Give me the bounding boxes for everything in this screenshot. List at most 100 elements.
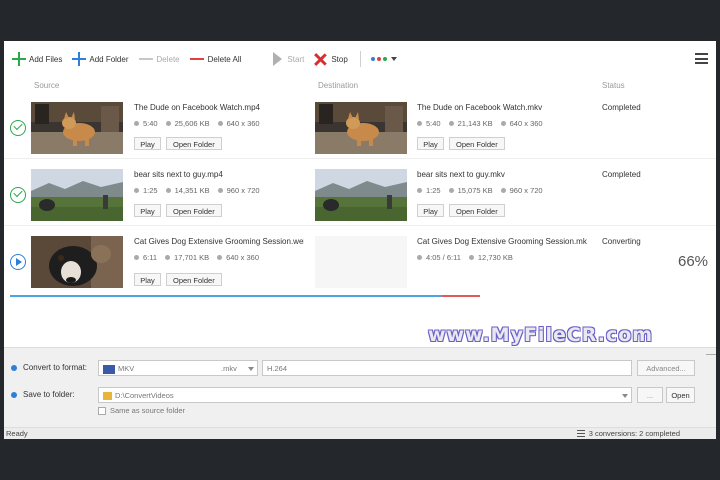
source-resolution: 640 x 360 (218, 119, 260, 128)
settings-panel: Convert to format: MKV .mkv H.264 Advanc… (4, 347, 716, 427)
status-text: Completed (602, 170, 641, 179)
progress-bar-segment (442, 295, 480, 297)
destination-info: Cat Gives Dog Extensive Grooming Session… (417, 237, 587, 262)
destination-resolution: 960 x 720 (501, 186, 543, 195)
play-circle-icon (10, 254, 26, 270)
destination-duration: 1:25 (417, 186, 441, 195)
table-row[interactable]: Cat Gives Dog Extensive Grooming Session… (4, 231, 716, 299)
play-button[interactable]: Play (417, 137, 444, 150)
more-options-button[interactable] (370, 49, 397, 69)
stop-button[interactable]: Stop (314, 49, 347, 69)
source-filename: Cat Gives Dog Extensive Grooming Session… (134, 237, 304, 246)
same-as-source-checkbox[interactable] (98, 407, 106, 415)
folder-icon (103, 392, 112, 401)
delete-label: Delete (156, 54, 180, 64)
source-filename: The Dude on Facebook Watch.mp4 (134, 103, 260, 112)
stop-label: Stop (331, 54, 348, 64)
play-icon (273, 52, 283, 66)
codec-field[interactable]: H.264 (262, 360, 632, 376)
source-thumbnail (31, 236, 123, 288)
source-size: 14,351 KB (166, 186, 210, 195)
destination-thumbnail-placeholder (315, 236, 407, 288)
source-duration: 5:40 (134, 119, 158, 128)
check-circle-icon (10, 187, 26, 203)
format-select[interactable]: MKV .mkv (98, 360, 258, 376)
destination-info: The Dude on Facebook Watch.mkv 5:40 21,1… (417, 103, 587, 150)
source-info: bear sits next to guy.mp4 1:25 14,351 KB… (134, 170, 304, 217)
source-size: 17,701 KB (165, 253, 209, 262)
save-label: Save to folder: (23, 390, 75, 399)
status-column-header: Status (602, 81, 625, 90)
destination-duration: 4:05 / 6:11 (417, 253, 461, 262)
check-circle-icon (10, 120, 26, 136)
play-button[interactable]: Play (134, 137, 161, 150)
chevron-down-icon (390, 57, 397, 61)
status-text: Converting (602, 237, 641, 246)
codec-value: H.264 (267, 364, 288, 373)
folder-select[interactable]: D:\ConvertVideos (98, 387, 632, 403)
divider (706, 354, 716, 355)
table-row[interactable]: The Dude on Facebook Watch.mp4 5:40 25,6… (4, 97, 716, 159)
app-window: Add Files Add Folder Delete Delete All S… (4, 41, 716, 439)
advanced-button[interactable]: Advanced... (637, 360, 695, 376)
convert-row: Convert to format: MKV .mkv H.264 Advanc… (4, 359, 716, 377)
status-bar: Ready 3 conversions: 2 completed (4, 427, 716, 439)
plus-icon (12, 52, 26, 66)
format-extension: .mkv (221, 364, 237, 373)
source-thumbnail (31, 102, 123, 154)
destination-duration: 5:40 (417, 119, 441, 128)
delete-button[interactable]: Delete (138, 49, 180, 69)
play-button[interactable]: Play (134, 204, 161, 217)
destination-info: bear sits next to guy.mkv 1:25 15,075 KB… (417, 170, 587, 217)
open-folder-button[interactable]: Open Folder (166, 273, 222, 286)
source-thumbnail (31, 169, 123, 221)
watermark: www.MyFileCR.com (428, 324, 654, 346)
open-folder-button[interactable]: Open Folder (449, 137, 505, 150)
source-size: 25,606 KB (166, 119, 210, 128)
browse-button[interactable]: ... (637, 387, 663, 403)
source-info: Cat Gives Dog Extensive Grooming Session… (134, 237, 304, 286)
dot-icon (382, 57, 387, 61)
play-button[interactable]: Play (134, 273, 161, 286)
delete-all-button[interactable]: Delete All (189, 49, 242, 69)
start-label: Start (287, 54, 305, 64)
folder-value: D:\ConvertVideos (115, 391, 174, 400)
destination-size: 15,075 KB (449, 186, 493, 195)
destination-size: 12,730 KB (469, 253, 513, 262)
add-folder-label: Add Folder (89, 54, 129, 64)
bullet-icon (11, 392, 17, 398)
add-files-button[interactable]: Add Files (12, 49, 62, 69)
same-folder-row: Same as source folder (4, 404, 716, 422)
same-as-source-label: Same as source folder (110, 406, 186, 415)
source-column-header: Source (34, 81, 60, 90)
open-folder-button[interactable]: Open Folder (166, 204, 222, 217)
minus-icon (138, 58, 153, 60)
destination-filename: bear sits next to guy.mkv (417, 170, 505, 179)
hamburger-menu-icon[interactable] (695, 53, 708, 64)
chevron-down-icon (248, 367, 254, 371)
status-text: Completed (602, 103, 641, 112)
source-duration: 1:25 (134, 186, 158, 195)
open-folder-button[interactable]: Open Folder (166, 137, 222, 150)
destination-filename: The Dude on Facebook Watch.mkv (417, 103, 543, 112)
destination-column-header: Destination (318, 81, 359, 90)
column-headers: Source Destination Status (4, 79, 716, 93)
format-value: MKV (118, 364, 135, 373)
table-row[interactable]: bear sits next to guy.mp4 1:25 14,351 KB… (4, 164, 716, 226)
chevron-down-icon (622, 394, 628, 398)
open-button[interactable]: Open (666, 387, 695, 403)
conversion-summary: 3 conversions: 2 completed (576, 429, 680, 438)
film-icon (103, 364, 115, 374)
delete-all-label: Delete All (207, 54, 242, 64)
destination-filename: Cat Gives Dog Extensive Grooming Session… (417, 237, 587, 246)
status-ready: Ready (6, 429, 28, 438)
source-resolution: 640 x 360 (217, 253, 259, 262)
open-folder-button[interactable]: Open Folder (449, 204, 505, 217)
dot-icon (376, 57, 381, 61)
destination-resolution: 640 x 360 (501, 119, 543, 128)
dot-icon (370, 57, 375, 61)
destination-size: 21,143 KB (449, 119, 493, 128)
start-button[interactable]: Start (273, 49, 304, 69)
add-folder-button[interactable]: Add Folder (72, 49, 129, 69)
play-button[interactable]: Play (417, 204, 444, 217)
